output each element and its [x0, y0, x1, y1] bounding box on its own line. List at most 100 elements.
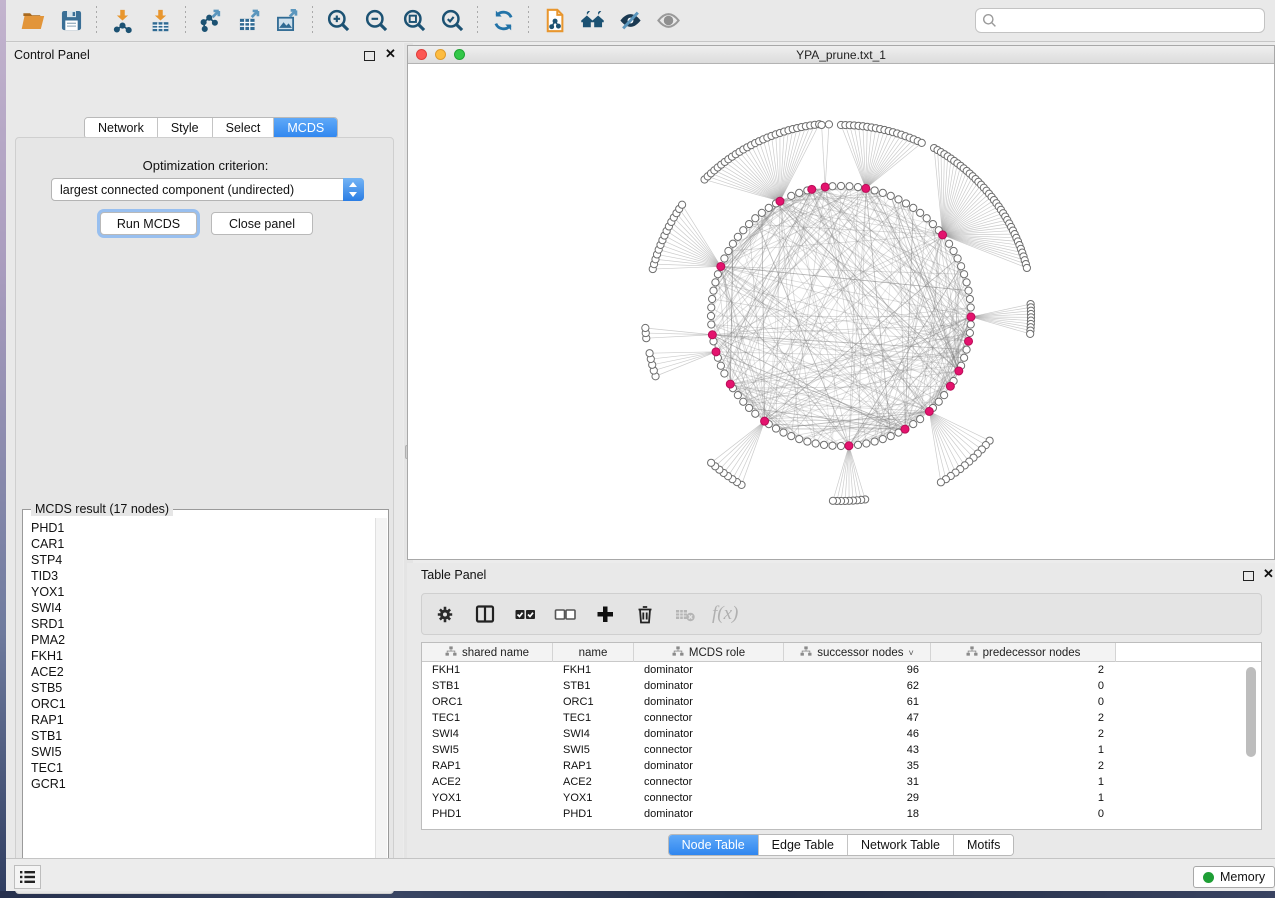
cell-name[interactable]: ACE2	[553, 776, 634, 788]
graph-node[interactable]	[966, 295, 973, 302]
zoom-selected-icon[interactable]	[433, 4, 471, 38]
cell-MCDS-role[interactable]: connector	[634, 712, 784, 724]
cell-name[interactable]: TEC1	[553, 712, 634, 724]
graph-node[interactable]	[721, 255, 728, 262]
graph-node[interactable]	[712, 279, 719, 286]
graph-node[interactable]	[967, 304, 974, 311]
cell-MCDS-role[interactable]: dominator	[634, 664, 784, 676]
column-header-predecessor-nodes[interactable]: predecessor nodes	[931, 643, 1116, 662]
new-network-from-selection-icon[interactable]	[535, 4, 573, 38]
cell-name[interactable]: SWI5	[553, 744, 634, 756]
graph-node[interactable]	[917, 416, 924, 423]
cell-shared-name[interactable]: YOX1	[422, 792, 553, 804]
mcds-result-item[interactable]: SWI4	[31, 600, 376, 616]
table-float-panel-icon[interactable]	[1243, 571, 1254, 581]
cell-predecessor-nodes[interactable]: 1	[931, 744, 1116, 756]
cell-name[interactable]: SWI4	[553, 728, 634, 740]
cell-MCDS-role[interactable]: dominator	[634, 760, 784, 772]
cell-shared-name[interactable]: ORC1	[422, 696, 553, 708]
import-network-icon[interactable]	[103, 4, 141, 38]
network-graph-canvas[interactable]	[408, 64, 1274, 559]
control-tab-network[interactable]: Network	[85, 118, 158, 138]
cell-predecessor-nodes[interactable]: 0	[931, 808, 1116, 820]
table-row[interactable]: SWI5SWI5connector431	[422, 742, 1261, 758]
mcds-node[interactable]	[726, 380, 734, 388]
graph-node[interactable]	[708, 321, 715, 328]
graph-node[interactable]	[772, 425, 779, 432]
graph-node[interactable]	[965, 287, 972, 294]
mcds-result-item[interactable]: ORC1	[31, 696, 376, 712]
cell-name[interactable]: ORC1	[553, 696, 634, 708]
graph-node[interactable]	[721, 370, 728, 377]
cell-shared-name[interactable]: SWI5	[422, 744, 553, 756]
memory-button[interactable]: Memory	[1193, 866, 1275, 888]
graph-node[interactable]	[646, 350, 653, 357]
graph-node[interactable]	[717, 362, 724, 369]
graph-node[interactable]	[825, 121, 832, 128]
mcds-node[interactable]	[901, 425, 909, 433]
cell-predecessor-nodes[interactable]: 2	[931, 728, 1116, 740]
graph-node[interactable]	[929, 220, 936, 227]
mcds-result-item[interactable]: STP4	[31, 552, 376, 568]
table-row[interactable]: SWI4SWI4dominator462	[422, 726, 1261, 742]
cell-shared-name[interactable]: RAP1	[422, 760, 553, 772]
select-all-icon[interactable]	[512, 601, 538, 627]
cell-name[interactable]: FKH1	[553, 664, 634, 676]
graph-node[interactable]	[963, 346, 970, 353]
graph-node[interactable]	[902, 200, 909, 207]
cell-shared-name[interactable]: FKH1	[422, 664, 553, 676]
cell-predecessor-nodes[interactable]: 0	[931, 680, 1116, 692]
graph-node[interactable]	[941, 392, 948, 399]
graph-node[interactable]	[752, 410, 759, 417]
cell-successor-nodes[interactable]: 43	[784, 744, 931, 756]
graph-node[interactable]	[740, 227, 747, 234]
graph-node[interactable]	[745, 404, 752, 411]
graph-node[interactable]	[714, 271, 721, 278]
graph-node[interactable]	[846, 183, 853, 190]
mcds-node[interactable]	[955, 367, 963, 375]
mcds-node[interactable]	[808, 185, 816, 193]
cell-successor-nodes[interactable]: 46	[784, 728, 931, 740]
cell-MCDS-role[interactable]: connector	[634, 792, 784, 804]
mcds-result-item[interactable]: YOX1	[31, 584, 376, 600]
show-all-icon[interactable]	[649, 4, 687, 38]
mcds-result-item[interactable]: SRD1	[31, 616, 376, 632]
table-tab-motifs[interactable]: Motifs	[954, 835, 1013, 855]
deselect-all-icon[interactable]	[552, 601, 578, 627]
cell-predecessor-nodes[interactable]: 2	[931, 712, 1116, 724]
cell-MCDS-role[interactable]: dominator	[634, 728, 784, 740]
graph-node[interactable]	[812, 440, 819, 447]
table-row[interactable]: ACE2ACE2connector311	[422, 774, 1261, 790]
graph-node[interactable]	[879, 189, 886, 196]
graph-node[interactable]	[804, 438, 811, 445]
cell-MCDS-role[interactable]: dominator	[634, 808, 784, 820]
cell-successor-nodes[interactable]: 35	[784, 760, 931, 772]
graph-node[interactable]	[966, 329, 973, 336]
table-tab-edge-table[interactable]: Edge Table	[759, 835, 848, 855]
mcds-result-item[interactable]: TEC1	[31, 760, 376, 776]
run-mcds-button[interactable]: Run MCDS	[100, 212, 197, 235]
cell-MCDS-role[interactable]: dominator	[634, 696, 784, 708]
column-header-successor-nodes[interactable]: successor nodes˅	[784, 643, 931, 662]
graph-node[interactable]	[708, 304, 715, 311]
graph-node[interactable]	[963, 279, 970, 286]
graph-node[interactable]	[745, 220, 752, 227]
table-row[interactable]: STB1STB1dominator620	[422, 678, 1261, 694]
cell-shared-name[interactable]: STB1	[422, 680, 553, 692]
refresh-icon[interactable]	[484, 4, 522, 38]
mcds-result-item[interactable]: FKH1	[31, 648, 376, 664]
mcds-node[interactable]	[925, 407, 933, 415]
graph-node[interactable]	[765, 204, 772, 211]
cell-name[interactable]: YOX1	[553, 792, 634, 804]
table-tab-node-table[interactable]: Node Table	[669, 835, 759, 855]
mcds-node[interactable]	[946, 382, 954, 390]
mcds-node[interactable]	[708, 331, 716, 339]
graph-node[interactable]	[954, 255, 961, 262]
cell-predecessor-nodes[interactable]: 1	[931, 792, 1116, 804]
graph-node[interactable]	[796, 436, 803, 443]
column-header-MCDS-role[interactable]: MCDS role	[634, 643, 784, 662]
graph-node[interactable]	[734, 233, 741, 240]
mcds-node[interactable]	[717, 262, 725, 270]
graph-node[interactable]	[710, 287, 717, 294]
cell-successor-nodes[interactable]: 61	[784, 696, 931, 708]
